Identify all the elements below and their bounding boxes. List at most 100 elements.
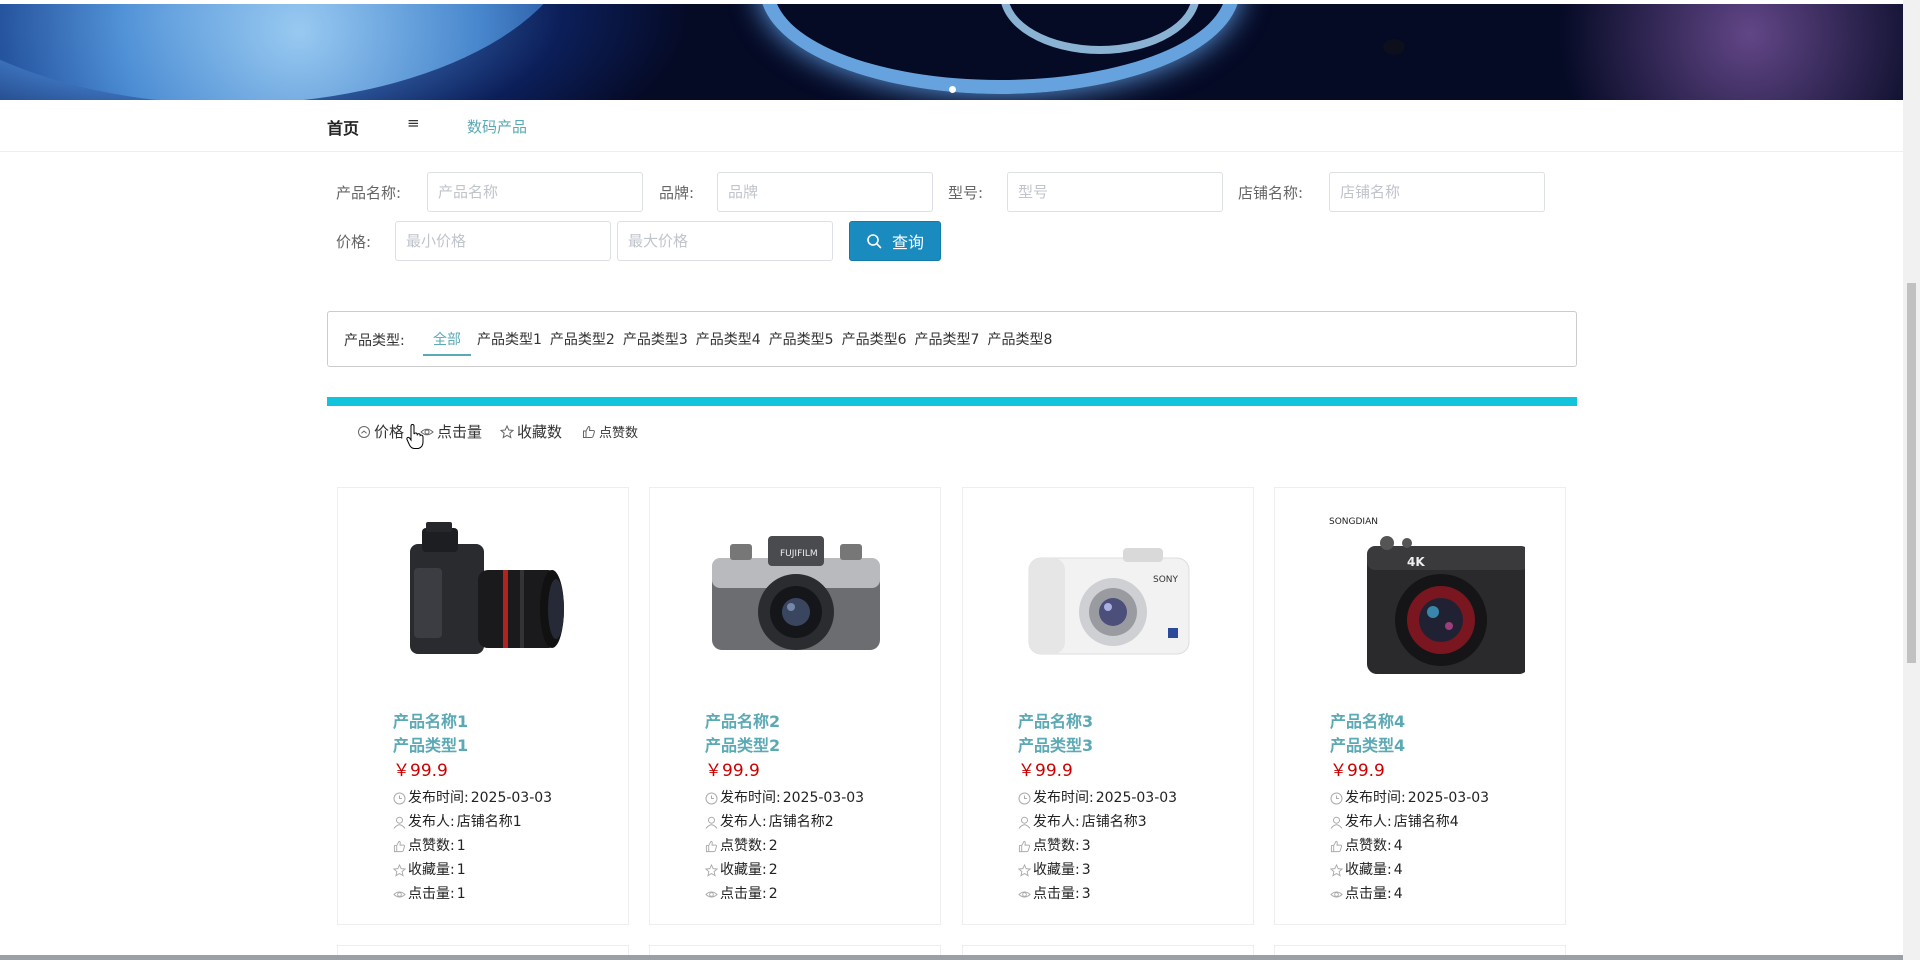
shop-name-input[interactable] [1329, 172, 1545, 212]
product-name[interactable]: 产品名称1 [393, 710, 552, 734]
category-item-2[interactable]: 产品类型2 [546, 312, 619, 366]
product-type: 产品类型2 [705, 736, 781, 755]
category-item-5[interactable]: 产品类型5 [765, 312, 838, 366]
mirrorless-camera-image: FUJIFILM [712, 536, 880, 650]
likes-label: 点赞数: [408, 838, 455, 854]
product-info: 产品名称4 产品类型4 ￥99.9 发布时间: 2025-03-03 发布人: 店铺… [1330, 710, 1489, 906]
clicks-label: 点击量: [408, 886, 455, 902]
product-name[interactable]: 产品名称2 [705, 710, 864, 734]
top-nav: 首页 ≡ 数码产品 [0, 100, 1903, 152]
eye-icon [1018, 890, 1031, 898]
product-name-input[interactable] [427, 172, 643, 212]
user-icon [705, 816, 718, 829]
publisher-label: 发布人: [408, 814, 455, 830]
publisher-row: 发布人: 店铺名称2 [705, 810, 864, 834]
scrollbar-thumb[interactable] [1907, 283, 1916, 663]
clock-icon [393, 792, 406, 804]
publish-time-value: 2025-03-03 [1407, 790, 1490, 806]
publisher-label: 发布人: [1033, 814, 1080, 830]
product-name[interactable]: 产品名称3 [1018, 710, 1177, 734]
category-item-6[interactable]: 产品类型6 [838, 312, 911, 366]
category-item-1[interactable]: 产品类型1 [473, 312, 546, 366]
clicks-label: 点击量: [720, 886, 767, 902]
nebula-graphic [1500, 4, 1903, 100]
clock-icon [705, 792, 718, 804]
vertical-scrollbar[interactable] [1903, 0, 1920, 960]
sort-by-clicks[interactable]: 点击量 [420, 421, 482, 442]
eye-icon [1330, 890, 1343, 898]
star-icon [705, 863, 718, 877]
brand-label: 品牌: [659, 184, 695, 202]
sort-by-price[interactable]: 价格 [357, 421, 404, 442]
publisher-value: 店铺名称3 [1081, 814, 1147, 830]
category-item-3[interactable]: 产品类型3 [619, 312, 692, 366]
publish-time-value: 2025-03-03 [782, 790, 865, 806]
product-card[interactable]: FUJIFILM 产品名称2 产品类型2 ￥99.9 发布时间: 2025-03-… [649, 487, 941, 925]
category-items: 全部 产品类型1 产品类型2 产品类型3 产品类型4 产品类型5 产品类型6 产品类型7 产品类… [423, 312, 1056, 366]
product-type: 产品类型3 [1018, 736, 1094, 755]
clock-icon [1018, 792, 1031, 804]
carousel-indicator-dot[interactable] [949, 86, 956, 93]
clicks-label: 点击量: [1345, 886, 1392, 902]
product-card[interactable]: SONY 产品名称3 产品类型3 ￥99.9 发布时间: 2025-03-03 发… [962, 487, 1254, 925]
category-item-all[interactable]: 全部 [423, 312, 471, 366]
likes-row: 点赞数: 2 [705, 834, 864, 858]
model-label: 型号: [948, 184, 984, 202]
menu-icon[interactable]: ≡ [407, 114, 420, 132]
favorites-label: 收藏量: [1345, 862, 1392, 878]
thumb-up-icon [1330, 840, 1343, 852]
eye-icon [705, 890, 718, 898]
product-info: 产品名称2 产品类型2 ￥99.9 发布时间: 2025-03-03 发布人: 店铺… [705, 710, 864, 906]
clock-icon [358, 425, 370, 438]
publish-time-label: 发布时间: [720, 790, 781, 806]
publisher-label: 发布人: [1345, 814, 1392, 830]
min-price-input[interactable] [395, 221, 611, 261]
product-price: ￥99.9 [1018, 761, 1073, 781]
favorites-value: 1 [456, 862, 466, 878]
price-label: 价格: [336, 233, 372, 251]
product-card[interactable]: SONGDIAN 4K 产品名称4 产品类型4 ￥99.9 发布时间: 2025-… [1274, 487, 1566, 925]
user-icon [1018, 816, 1031, 829]
publish-time-label: 发布时间: [1345, 790, 1406, 806]
nav-current-category[interactable]: 数码产品 [467, 116, 527, 137]
clicks-row: 点击量: 2 [705, 882, 864, 906]
shop-name-label: 店铺名称: [1238, 184, 1304, 202]
sort-favorites-label: 收藏数 [517, 423, 563, 441]
search-button[interactable]: 查询 [849, 221, 941, 261]
product-name[interactable]: 产品名称4 [1330, 710, 1489, 734]
category-item-7[interactable]: 产品类型7 [911, 312, 984, 366]
product-price: ￥99.9 [705, 761, 760, 781]
product-image: FUJIFILM [690, 508, 900, 678]
star-icon [1330, 863, 1343, 877]
nav-home-link[interactable]: 首页 [327, 115, 359, 139]
thumb-up-icon [705, 840, 718, 852]
brand-input[interactable] [717, 172, 933, 212]
favorites-row: 收藏量: 3 [1018, 858, 1177, 882]
sort-bar: 价格 点击量 收藏数 点赞数 [357, 421, 638, 442]
model-input[interactable] [1007, 172, 1223, 212]
banner-carousel[interactable] [0, 4, 1903, 100]
clicks-value: 3 [1081, 886, 1091, 902]
favorites-value: 3 [1081, 862, 1091, 878]
category-item-4[interactable]: 产品类型4 [692, 312, 765, 366]
product-type: 产品类型4 [1330, 736, 1406, 755]
user-icon [1330, 816, 1343, 829]
clicks-row: 点击量: 1 [393, 882, 552, 906]
product-image: SONY [1003, 508, 1213, 678]
likes-value: 4 [1393, 838, 1403, 854]
publisher-row: 发布人: 店铺名称1 [393, 810, 552, 834]
publish-time-value: 2025-03-03 [1095, 790, 1178, 806]
publisher-row: 发布人: 店铺名称3 [1018, 810, 1177, 834]
max-price-input[interactable] [617, 221, 833, 261]
product-card[interactable]: 产品名称1 产品类型1 ￥99.9 发布时间: 2025-03-03 发布人: 店铺… [337, 487, 629, 925]
sort-by-likes[interactable]: 点赞数 [582, 422, 638, 441]
publisher-value: 店铺名称4 [1393, 814, 1459, 830]
publisher-value: 店铺名称1 [456, 814, 522, 830]
category-item-8[interactable]: 产品类型8 [983, 312, 1056, 366]
clicks-value: 1 [456, 886, 466, 902]
clicks-label: 点击量: [1033, 886, 1080, 902]
sort-by-favorites[interactable]: 收藏数 [500, 421, 562, 442]
clock-icon [1330, 792, 1343, 804]
dslr-camera-image [410, 522, 564, 654]
sort-clicks-label: 点击量 [437, 423, 483, 441]
